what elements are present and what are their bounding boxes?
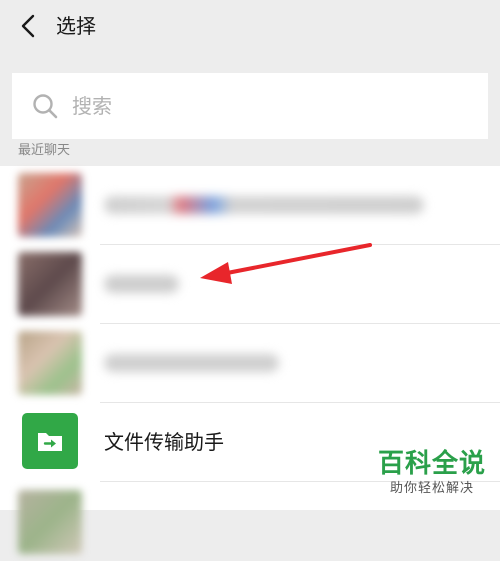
avatar	[18, 490, 82, 554]
blurred-chat-name	[104, 275, 179, 293]
header-bar: 选择	[0, 0, 500, 56]
avatar	[18, 252, 82, 316]
file-transfer-avatar	[22, 413, 78, 469]
chevron-left-icon	[21, 14, 35, 38]
search-bar[interactable]: 搜索	[12, 73, 488, 139]
folder-arrow-icon	[38, 433, 62, 451]
recent-chats-label: 最近聊天	[18, 143, 71, 158]
chat-row-3[interactable]	[0, 324, 500, 403]
chat-row-2[interactable]	[0, 245, 500, 324]
blurred-chat-name	[104, 354, 279, 372]
blurred-chat-name	[104, 196, 424, 214]
search-placeholder: 搜索	[72, 94, 112, 118]
avatar	[18, 331, 82, 395]
chat-name: 文件传输助手	[104, 430, 224, 454]
avatar	[18, 173, 82, 237]
watermark-subtitle: 助你轻松解决	[389, 481, 474, 496]
page-title: 选择	[56, 14, 96, 38]
watermark-title: 百科全说	[377, 449, 486, 479]
back-button[interactable]	[14, 12, 42, 40]
watermark: 百科全说 助你轻松解决	[372, 448, 492, 498]
search-icon	[33, 94, 58, 119]
chat-row-1[interactable]	[0, 166, 500, 245]
